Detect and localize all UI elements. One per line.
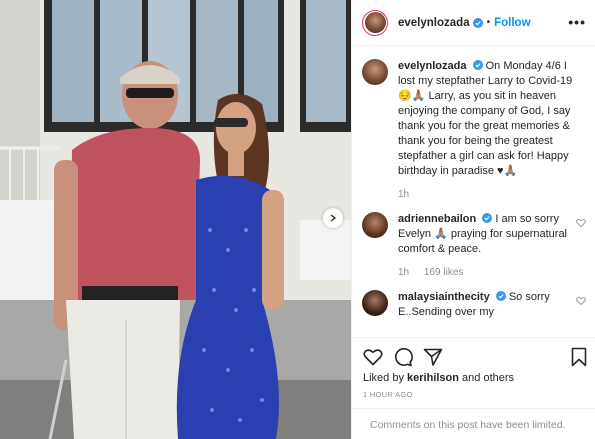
comment-icon[interactable] bbox=[392, 346, 414, 368]
caption-text: On Monday 4/6 I lost my stepfather Larry… bbox=[398, 60, 573, 177]
separator-dot: • bbox=[486, 17, 491, 28]
avatar[interactable] bbox=[362, 290, 388, 316]
post-header: evelynlozada • Follow ••• bbox=[352, 0, 595, 46]
verified-badge-icon bbox=[495, 291, 506, 301]
next-photo-button[interactable] bbox=[323, 208, 343, 228]
liked-by: Liked by kerihilson and others bbox=[363, 372, 514, 384]
comments-limited-notice: Comments on this post have been limited. bbox=[352, 408, 595, 439]
avatar[interactable] bbox=[362, 9, 388, 36]
post-photo[interactable] bbox=[0, 0, 351, 439]
author-username[interactable]: evelynlozada bbox=[398, 17, 470, 29]
comments-list: evelynlozada On Monday 4/6 I lost my ste… bbox=[352, 47, 595, 337]
list-item: adriennebailon I am so sorry Evelyn 🙏🏽 p… bbox=[362, 212, 586, 280]
comment-age: 1h bbox=[398, 267, 410, 278]
verified-badge-icon bbox=[472, 60, 483, 70]
post-timestamp[interactable]: 1 HOUR AGO bbox=[363, 390, 413, 399]
action-bar bbox=[362, 346, 587, 370]
avatar[interactable] bbox=[362, 59, 388, 85]
photo-illustration bbox=[0, 0, 351, 439]
post-actions: Liked by kerihilson and others 1 HOUR AG… bbox=[352, 337, 595, 439]
heart-icon[interactable] bbox=[362, 346, 384, 368]
post-side-panel: evelynlozada • Follow ••• evelynlozada O… bbox=[351, 0, 595, 439]
liked-by-suffix[interactable]: and others bbox=[459, 372, 514, 384]
verified-badge-icon bbox=[472, 17, 483, 28]
list-item: malaysiainthecity So sorry E..Sending ov… bbox=[362, 290, 586, 320]
comment-username[interactable]: adriennebailon bbox=[398, 213, 476, 225]
liked-by-prefix: Liked by bbox=[363, 372, 408, 384]
heart-icon[interactable] bbox=[576, 218, 586, 228]
more-options-icon[interactable]: ••• bbox=[568, 14, 586, 30]
caption-username[interactable]: evelynlozada bbox=[398, 60, 466, 72]
verified-badge-icon bbox=[482, 213, 493, 223]
chevron-right-icon bbox=[330, 214, 337, 222]
caption-age: 1h bbox=[398, 189, 410, 200]
comment-username[interactable]: malaysiainthecity bbox=[398, 291, 490, 303]
caption: evelynlozada On Monday 4/6 I lost my ste… bbox=[362, 59, 586, 202]
bookmark-icon[interactable] bbox=[568, 346, 590, 368]
heart-icon[interactable] bbox=[576, 296, 586, 306]
liked-by-user[interactable]: kerihilson bbox=[407, 372, 459, 384]
paper-plane-icon[interactable] bbox=[422, 346, 444, 368]
follow-button[interactable]: Follow bbox=[494, 17, 530, 29]
comment-likes[interactable]: 169 likes bbox=[424, 267, 463, 278]
avatar[interactable] bbox=[362, 212, 388, 238]
